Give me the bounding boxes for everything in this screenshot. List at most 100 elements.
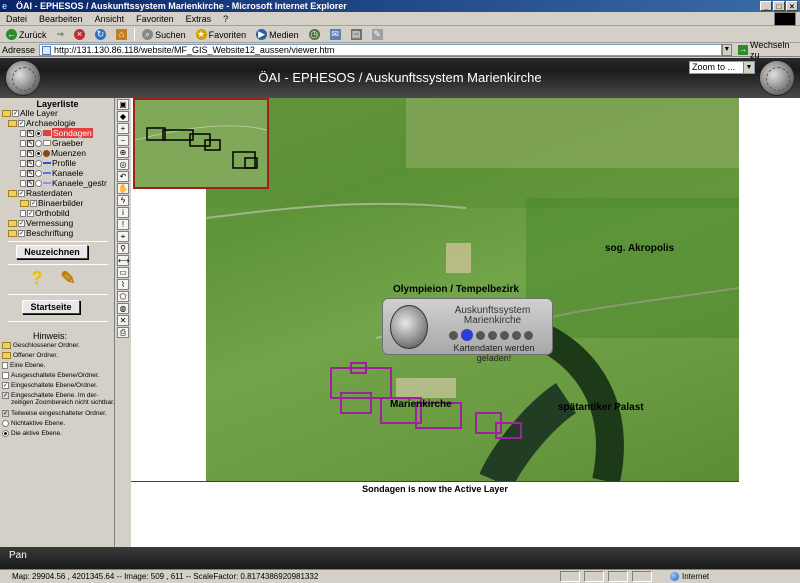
- clear-selection-icon[interactable]: ✕: [117, 315, 129, 326]
- folder-closed-icon: [8, 229, 17, 237]
- loading-message: Kartendaten werden geladen!: [453, 343, 535, 363]
- zoom-last-icon[interactable]: ↶: [117, 171, 129, 182]
- zoom-in-icon[interactable]: +: [117, 123, 129, 134]
- menu-help[interactable]: ?: [217, 14, 234, 24]
- active-layer-radio[interactable]: [35, 169, 42, 177]
- refresh-button[interactable]: ↻: [92, 29, 109, 40]
- legend-item: Geschlossener Ordner.: [2, 342, 117, 349]
- layer-edit-icon: ✎: [27, 139, 34, 147]
- print-button[interactable]: ▤: [348, 29, 365, 40]
- security-zone: Internet: [670, 570, 709, 583]
- layer-doc-icon: [2, 362, 8, 369]
- home-button[interactable]: ⌂: [113, 29, 130, 40]
- layer-row-orthobild[interactable]: ✓ Orthobild: [20, 208, 70, 218]
- layer-row-alle-layer[interactable]: ✓ Alle Layer: [2, 108, 58, 118]
- full-extent-icon[interactable]: ⊕: [117, 147, 129, 158]
- select-rect-icon[interactable]: ▭: [117, 267, 129, 278]
- print-map-icon[interactable]: ⎙: [117, 327, 129, 338]
- mail-button[interactable]: ✉: [327, 29, 344, 40]
- back-button[interactable]: ← Zurück: [3, 29, 50, 40]
- layer-checkbox[interactable]: ✓: [12, 109, 19, 117]
- home-page-button[interactable]: Startseite: [22, 300, 80, 314]
- address-input[interactable]: http://131.130.86.118/website/MF_GIS_Web…: [39, 43, 722, 56]
- help-icon[interactable]: ?: [26, 267, 48, 289]
- loading-title-2: Marienkirche: [463, 315, 522, 326]
- layer-row-vermessung[interactable]: ✓ Vermessung: [8, 218, 73, 228]
- identify-icon[interactable]: i: [117, 207, 129, 218]
- active-layer-radio[interactable]: [35, 159, 42, 167]
- menu-bearbeiten[interactable]: Bearbeiten: [33, 14, 89, 24]
- radio-on-icon: [2, 430, 9, 437]
- hyperlink-icon[interactable]: ϟ: [117, 195, 129, 206]
- layer-checkbox[interactable]: ✓: [30, 199, 37, 207]
- layer-checkbox[interactable]: ✓: [18, 119, 25, 127]
- redraw-button[interactable]: Neuzeichnen: [16, 245, 88, 259]
- buffer-icon[interactable]: ◍: [117, 303, 129, 314]
- print-icon: ▤: [350, 29, 362, 40]
- active-layer-radio[interactable]: [35, 129, 42, 137]
- address-bar: Adresse http://131.130.86.118/website/MF…: [0, 40, 800, 60]
- layer-row-archaeologie[interactable]: ✓ Archaeologie: [8, 118, 76, 128]
- progress-dot: [449, 330, 458, 340]
- favorites-button[interactable]: ★ Favoriten: [193, 29, 250, 40]
- layer-toggle-icon[interactable]: ◆: [117, 111, 129, 122]
- go-button[interactable]: → Wechseln zu: [738, 40, 800, 60]
- layer-row-kanaele-gestr[interactable]: ✎ Kanaele_gestr: [20, 178, 107, 188]
- window-titlebar: e ÖAI - EPHESOS / Auskunftssystem Marien…: [0, 0, 800, 12]
- app-title: ÖAI - EPHESOS / Auskunftssystem Marienki…: [258, 70, 542, 85]
- layer-row-muenzen[interactable]: ✎ Muenzen: [20, 148, 86, 158]
- status-bar: Map: 29904.56 , 4201345.64 -- Image: 509…: [0, 569, 800, 583]
- menu-favoriten[interactable]: Favoriten: [130, 14, 180, 24]
- menu-datei[interactable]: Datei: [0, 14, 33, 24]
- history-button[interactable]: ◷: [306, 29, 323, 40]
- measure-icon[interactable]: ⟷: [117, 255, 129, 266]
- layer-row-binaerbilder[interactable]: ✓ Binaerbilder: [20, 198, 83, 208]
- zoom-out-icon[interactable]: −: [117, 135, 129, 146]
- zoom-active-icon[interactable]: ◎: [117, 159, 129, 170]
- search-button[interactable]: ⌕ Suchen: [139, 29, 189, 40]
- close-button[interactable]: ×: [786, 1, 798, 11]
- folder-open-icon: [2, 109, 11, 117]
- overview-toggle-icon[interactable]: ▣: [117, 99, 129, 110]
- zoom-select[interactable]: Zoom to ... ▼: [689, 61, 755, 74]
- edit-button[interactable]: ✎: [369, 29, 386, 40]
- folder-closed-icon: [20, 199, 29, 207]
- layer-row-kanaele[interactable]: ✎ Kanaele: [20, 168, 83, 178]
- identify-all-icon[interactable]: !: [117, 219, 129, 230]
- minimize-button[interactable]: _: [760, 1, 772, 11]
- menu-ansicht[interactable]: Ansicht: [89, 14, 131, 24]
- layer-row-rasterdaten[interactable]: ✓ Rasterdaten: [8, 188, 72, 198]
- back-label: Zurück: [19, 29, 47, 40]
- legend-edit-icon[interactable]: ✎: [57, 267, 79, 289]
- pan-icon[interactable]: ✋: [117, 183, 129, 194]
- forward-button[interactable]: ⇒: [54, 29, 68, 40]
- layer-row-graeber[interactable]: ✎ Graeber: [20, 138, 83, 148]
- media-button[interactable]: ▶ Medien: [253, 29, 302, 40]
- stop-button[interactable]: ×: [71, 29, 88, 40]
- menu-extras[interactable]: Extras: [180, 14, 218, 24]
- find-icon[interactable]: ⚲: [117, 243, 129, 254]
- layer-row-profile[interactable]: ✎ Profile: [20, 158, 76, 168]
- query-icon[interactable]: ⌖: [117, 231, 129, 242]
- layer-symbol-icon: [43, 130, 51, 136]
- legend-item: ✓ Teilweise eingeschalteter Ordner.: [2, 410, 107, 417]
- map-tool-column: ▣ ◆ + − ⊕ ◎ ↶ ✋ ϟ i ! ⌖ ⚲ ⟷ ▭ ⌇ ⬠ ◍ ✕ ⎙: [116, 98, 131, 547]
- layer-checkbox[interactable]: ✓: [18, 189, 25, 197]
- media-label: Medien: [269, 29, 299, 40]
- overview-map[interactable]: [133, 98, 269, 189]
- layer-row-sondagen[interactable]: ✎ Sondagen: [20, 128, 93, 138]
- active-layer-radio[interactable]: [35, 139, 42, 147]
- select-line-icon[interactable]: ⌇: [117, 279, 129, 290]
- layer-row-beschriftung[interactable]: ✓ Beschriftung: [8, 228, 73, 238]
- layer-doc-icon: [20, 169, 26, 177]
- active-layer-radio[interactable]: [35, 149, 42, 157]
- layer-checkbox[interactable]: ✓: [18, 229, 25, 237]
- layer-checkbox[interactable]: ✓: [27, 209, 34, 217]
- select-poly-icon[interactable]: ⬠: [117, 291, 129, 302]
- active-layer-radio[interactable]: [35, 179, 42, 187]
- layer-label: Graeber: [52, 138, 84, 148]
- folder-closed-icon: [2, 342, 11, 349]
- layer-checkbox[interactable]: ✓: [18, 219, 25, 227]
- maximize-button[interactable]: □: [773, 1, 785, 11]
- address-dropdown-button[interactable]: ▼: [721, 43, 733, 56]
